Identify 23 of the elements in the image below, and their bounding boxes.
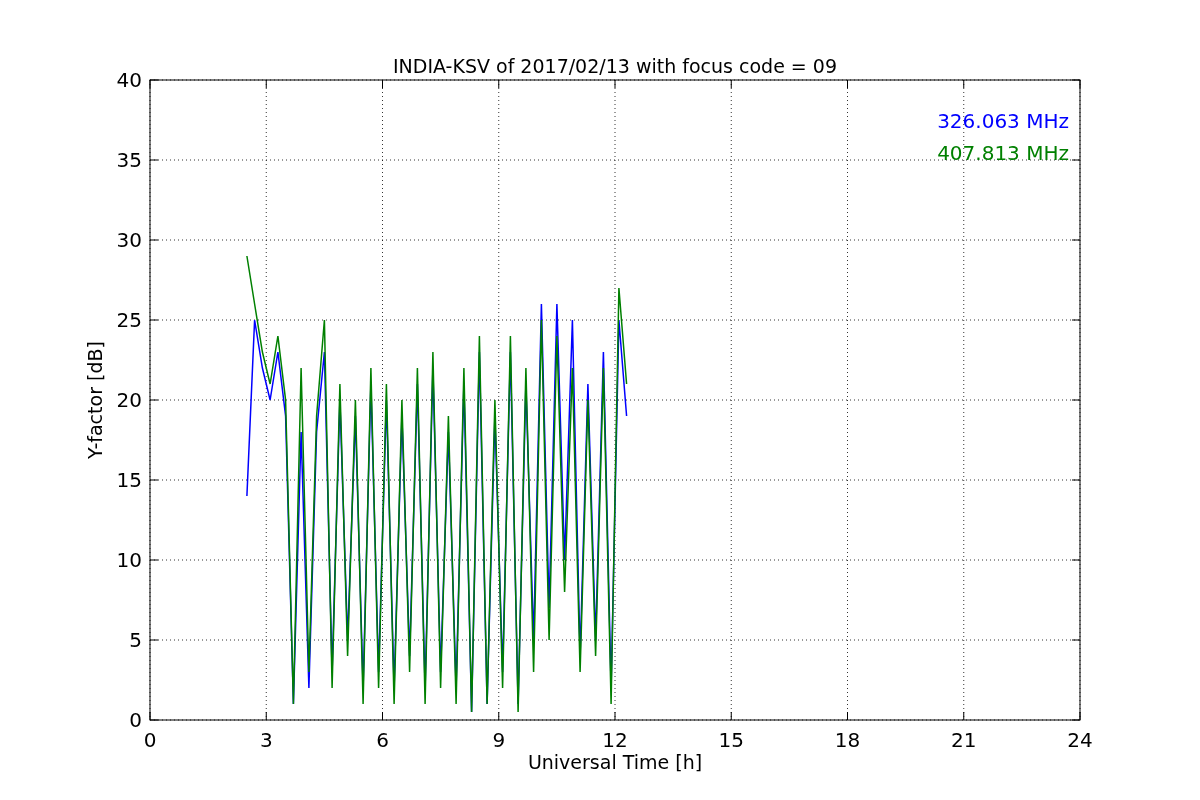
y-tick-label: 40	[116, 68, 142, 92]
x-tick-label: 6	[376, 728, 389, 752]
x-tick-label: 18	[834, 728, 861, 752]
y-tick-label: 15	[116, 468, 142, 492]
x-tick-label: 12	[602, 728, 628, 752]
x-tick-label: 24	[1067, 728, 1093, 752]
legend-label: 407.813 MHz	[937, 141, 1069, 165]
x-tick-label: 0	[143, 728, 157, 752]
x-tick-label: 21	[951, 728, 977, 752]
x-tick-label: 3	[259, 728, 273, 752]
y-tick-label: 35	[116, 148, 142, 172]
y-axis-label: Y-factor [dB]	[84, 341, 106, 459]
y-tick-label: 0	[129, 708, 142, 732]
chart-title: INDIA-KSV of 2017/02/13 with focus code = 09	[393, 55, 837, 77]
x-tick-label: 15	[718, 728, 744, 752]
y-tick-label: 5	[129, 628, 142, 652]
y-tick-label: 25	[116, 308, 142, 332]
x-tick-label: 9	[492, 728, 506, 752]
y-tick-label: 20	[116, 388, 142, 412]
legend-label: 326.063 MHz	[937, 109, 1069, 133]
x-axis-label: Universal Time [h]	[527, 751, 703, 773]
y-tick-label: 30	[116, 228, 142, 252]
y-tick-label: 10	[116, 548, 142, 572]
